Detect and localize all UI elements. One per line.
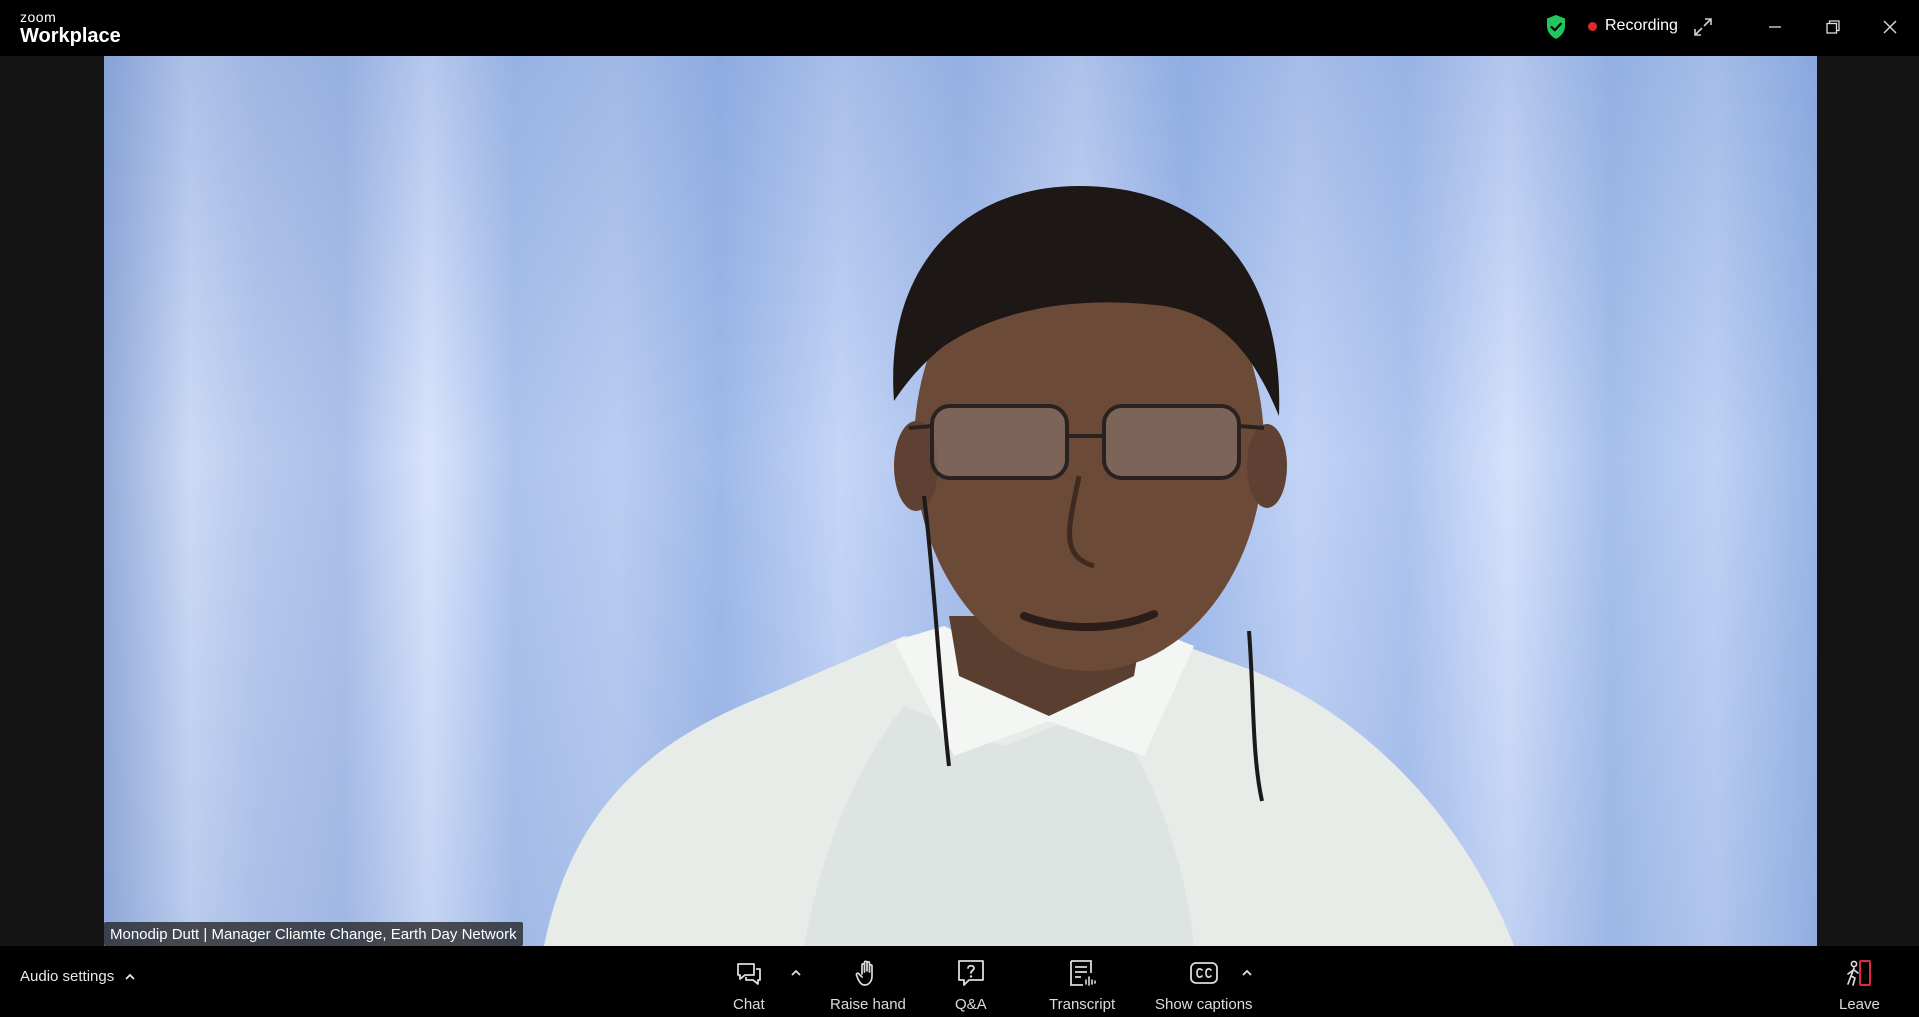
qa-icon [957, 960, 984, 986]
logo-bottom-text: Workplace [20, 25, 121, 47]
meeting-toolbar: Audio settings Chat Raise hand Q&A Trans… [0, 946, 1919, 1017]
video-stage: Monodip Dutt | Manager Cliamte Change, E… [0, 56, 1919, 946]
transcript-icon [1070, 960, 1096, 986]
chat-label: Chat [733, 996, 765, 1013]
fullscreen-icon[interactable] [1693, 17, 1713, 37]
participant-figure [544, 186, 1514, 946]
transcript-button[interactable]: Transcript [1049, 958, 1115, 1013]
logo-top-text: zoom [20, 9, 57, 25]
leave-label: Leave [1839, 996, 1880, 1013]
participant-name-tag: Monodip Dutt | Manager Cliamte Change, E… [104, 922, 523, 946]
raise-hand-button[interactable]: Raise hand [830, 958, 906, 1013]
recording-indicator[interactable]: Recording [1588, 17, 1678, 35]
title-bar: zoom Workplace Recording [0, 0, 1919, 56]
zoom-workplace-logo: zoom Workplace [20, 10, 121, 46]
participant-video[interactable] [104, 56, 1817, 946]
restore-button[interactable] [1820, 14, 1846, 40]
close-button[interactable] [1877, 14, 1903, 40]
captions-options-chevron-icon[interactable] [1240, 966, 1254, 980]
chat-options-chevron-icon[interactable] [789, 966, 803, 980]
minimize-button[interactable] [1762, 14, 1788, 40]
transcript-label: Transcript [1049, 996, 1116, 1013]
chat-button[interactable]: Chat [733, 958, 765, 1013]
zoom-meeting-window: zoom Workplace Recording Monodip Dutt | … [0, 0, 1919, 1017]
raise-hand-label: Raise hand [830, 996, 906, 1013]
security-shield-icon[interactable] [1545, 14, 1567, 40]
leave-icon [1847, 960, 1872, 986]
closed-captions-icon [1189, 962, 1218, 984]
recording-dot-icon [1588, 21, 1597, 31]
audio-settings-label: Audio settings [20, 968, 115, 985]
recording-label: Recording [1605, 17, 1678, 34]
leave-button[interactable]: Leave [1839, 958, 1880, 1013]
raise-hand-icon [855, 960, 873, 986]
chevron-up-icon [125, 973, 135, 980]
show-captions-button[interactable]: Show captions [1155, 958, 1253, 1013]
chat-icon [736, 963, 761, 985]
minimize-icon [1769, 26, 1781, 28]
audio-settings-button[interactable]: Audio settings [20, 968, 136, 985]
close-icon [1883, 20, 1897, 34]
qa-button[interactable]: Q&A [955, 958, 987, 1013]
show-captions-label: Show captions [1155, 996, 1253, 1013]
restore-icon [1826, 20, 1840, 34]
qa-label: Q&A [955, 996, 987, 1013]
